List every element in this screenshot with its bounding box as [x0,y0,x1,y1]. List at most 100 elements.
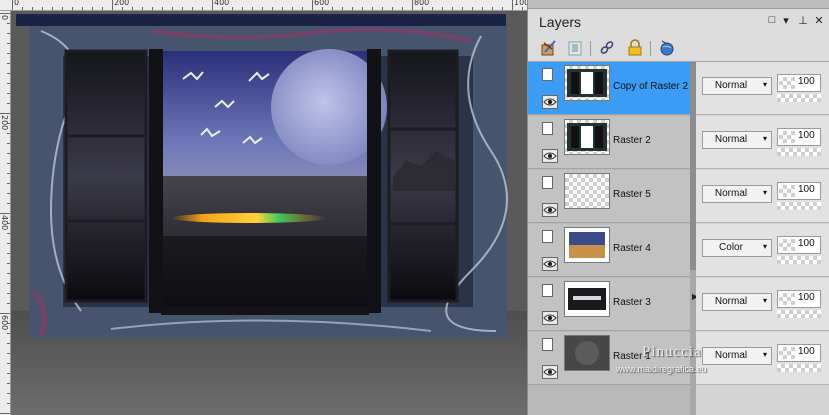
ruler-tick [362,7,363,10]
layer-thumbnail[interactable] [564,173,610,209]
layer-type-icon [542,122,553,135]
dropdown-icon[interactable]: ▾ [779,14,793,27]
ruler-tick [52,7,53,10]
opacity-value: 100 [798,346,815,357]
ruler-tick [332,7,333,10]
opacity-value: 100 [798,76,815,87]
lock-icon[interactable] [626,39,644,57]
layer-properties-icon[interactable] [540,39,558,57]
globe-icon[interactable] [658,39,676,57]
opacity-swatch [779,239,795,251]
layer-row[interactable]: Raster 2 [528,116,693,169]
opacity-slider-track[interactable] [777,364,821,372]
opacity-slider-track[interactable] [777,94,821,102]
ruler-tick [192,7,193,10]
ruler-tick [7,183,10,184]
blend-mode-label: Normal [714,350,748,361]
workspace[interactable] [11,11,527,415]
layer-row[interactable]: Copy of Raster 2 [528,62,693,115]
ruler-tick [252,7,253,10]
ruler-tick [372,7,373,10]
opacity-field[interactable]: 100 [777,128,821,146]
mask-icon[interactable] [566,39,584,57]
ruler-tick [0,313,10,314]
blend-mode-dropdown[interactable]: Normal ▾ [702,185,772,203]
ruler-tick [472,7,473,10]
layer-thumbnail[interactable] [564,119,610,155]
opacity-field[interactable]: 100 [777,74,821,92]
opacity-value: 100 [798,184,815,195]
watermark-url: www.maidiregrafica.eu [616,364,707,374]
layer-thumbnail[interactable] [564,227,610,263]
opacity-field[interactable]: 100 [777,344,821,362]
ruler-tick [7,173,10,174]
ruler-tick [352,7,353,10]
blend-mode-dropdown[interactable]: Normal ▾ [702,131,772,149]
opacity-field[interactable]: 100 [777,290,821,308]
pin-icon[interactable]: ⊥ [796,14,810,27]
layer-name: Raster 5 [613,189,651,200]
visibility-eye-icon[interactable] [542,311,558,325]
blend-mode-dropdown[interactable]: Normal ▾ [702,77,772,95]
layer-properties-row: Normal ▾ 100 [696,278,829,331]
ruler-tick [322,7,323,10]
restore-icon[interactable]: □ [765,14,779,26]
opacity-slider-track[interactable] [777,202,821,210]
ruler-label: 1000 [514,0,527,7]
opacity-slider-track[interactable] [777,310,821,318]
ruler-tick [182,7,183,10]
layer-properties-row: Normal ▾ 100 [696,332,829,385]
ruler-tick [7,103,10,104]
visibility-eye-icon[interactable] [542,95,558,109]
watermark-name: Pinuccia [642,344,702,360]
visibility-eye-icon[interactable] [542,149,558,163]
close-icon[interactable]: ✕ [812,14,826,27]
layer-properties-row: Normal ▾ 100 [696,170,829,223]
ruler-tick [7,403,10,404]
ruler-tick [42,7,43,10]
layer-name: Copy of Raster 2 [613,81,689,92]
layer-thumbnail[interactable] [564,335,610,371]
layer-row[interactable]: Raster 4 [528,224,693,277]
layer-row[interactable]: Raster 3 [528,278,693,331]
visibility-eye-icon[interactable] [542,203,558,217]
layer-thumbnail[interactable] [564,281,610,317]
opacity-slider-track[interactable] [777,256,821,264]
layer-type-icon [542,284,553,297]
opacity-swatch [779,131,795,143]
ruler-label: 200 [0,115,9,131]
layer-row-icons [542,176,560,218]
opacity-swatch [779,185,795,197]
ruler-tick [32,7,33,10]
ruler-label: 400 [0,215,9,231]
ruler-tick [7,263,10,264]
ruler-tick [7,143,10,144]
blend-mode-dropdown[interactable]: Color ▾ [702,239,772,257]
blend-mode-label: Normal [714,134,748,145]
toolbar-separator [650,41,651,56]
blend-mode-dropdown[interactable]: Normal ▾ [702,293,772,311]
visibility-eye-icon[interactable] [542,257,558,271]
layer-properties-row: Color ▾ 100 [696,224,829,277]
blend-mode-dropdown[interactable]: Normal ▾ [702,347,772,365]
link-icon[interactable] [598,39,616,57]
dropdown-arrow-icon: ▾ [762,188,767,197]
opacity-field[interactable]: 100 [777,236,821,254]
image-canvas[interactable] [11,11,527,415]
layer-thumbnail[interactable] [564,65,610,101]
ruler-tick [522,7,523,10]
ruler-tick [7,343,10,344]
opacity-swatch [779,347,795,359]
layer-row-icons [542,68,560,110]
ruler-tick [7,243,10,244]
opacity-slider-track[interactable] [777,148,821,156]
visibility-eye-icon[interactable] [542,365,558,379]
ruler-tick [502,7,503,10]
ruler-tick [7,73,10,74]
ruler-tick [232,7,233,10]
ruler-tick [242,7,243,10]
layer-row[interactable]: Raster 5 [528,170,693,223]
opacity-field[interactable]: 100 [777,182,821,200]
ruler-label: 0 [0,15,9,21]
ruler-tick [7,363,10,364]
